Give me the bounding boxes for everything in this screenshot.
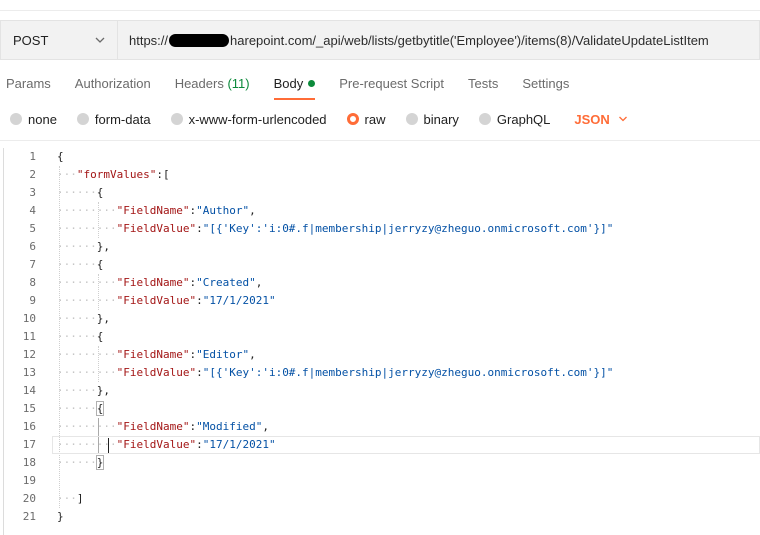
url-suffix: harepoint.com/_api/web/lists/getbytitle(… — [230, 32, 709, 48]
radio-icon — [10, 113, 22, 125]
tab-tests[interactable]: Tests — [468, 68, 498, 100]
code-line: 8 ·········"FieldName":"Created", — [29, 276, 263, 289]
code-line: 12 ·········"FieldName":"Editor", — [22, 348, 256, 361]
method-label: POST — [13, 32, 49, 48]
request-bar: POST https:// harepoint.com/_api/web/lis… — [0, 20, 760, 60]
code-line: 20 ···] — [22, 492, 84, 505]
radio-raw[interactable]: raw — [346, 112, 386, 127]
headers-count: (11) — [227, 76, 250, 91]
code-line: 19 — [22, 474, 36, 487]
code-line: 15 ······{ — [22, 401, 105, 416]
redacted-host — [169, 33, 230, 47]
tab-body[interactable]: Body — [273, 68, 316, 100]
editor-divider — [0, 140, 760, 141]
code-editor[interactable]: 1 { 2 ···"formValues":[ 3 ······{ 4 ····… — [0, 148, 760, 535]
method-select[interactable]: POST — [0, 20, 117, 60]
chevron-down-icon — [618, 116, 627, 122]
tab-authorization[interactable]: Authorization — [75, 68, 151, 100]
request-tabs: Params Authorization Headers (11) Body P… — [0, 68, 760, 100]
code-line: 5 ·········"FieldValue":"[{'Key':'i:0#.f… — [29, 222, 614, 235]
format-label: JSON — [574, 111, 610, 127]
radio-form-data[interactable]: form-data — [76, 112, 151, 127]
radio-x-www-form-urlencoded[interactable]: x-www-form-urlencoded — [170, 112, 327, 127]
code-line: 7 ······{ — [29, 258, 104, 271]
code-line: 6 ······}, — [29, 240, 110, 253]
code-line: 10 ······}, — [22, 312, 110, 325]
tab-pre-request-script[interactable]: Pre-request Script — [339, 68, 444, 100]
radio-icon — [405, 113, 418, 125]
url-prefix: https:// — [129, 32, 169, 48]
code-line: 1 { — [29, 150, 64, 163]
radio-icon — [76, 113, 89, 125]
text-cursor — [108, 438, 109, 453]
radio-icon — [478, 113, 491, 125]
body-type-options: none form-data x-www-form-urlencoded raw… — [0, 106, 760, 132]
chevron-down-icon — [95, 37, 105, 43]
code-line: 9 ·········"FieldValue":"17/1/2021" — [29, 294, 276, 307]
radio-binary[interactable]: binary — [405, 112, 459, 127]
format-select[interactable]: JSON — [574, 112, 627, 127]
code-line: 11 ······{ — [22, 330, 104, 343]
code-line: 4 ·········"FieldName":"Author", — [29, 204, 256, 217]
url-input[interactable]: https:// harepoint.com/_api/web/lists/ge… — [117, 20, 760, 60]
radio-none[interactable]: none — [10, 112, 57, 127]
radio-icon — [170, 113, 183, 125]
code-line: 17 ·········"FieldValue":"17/1/2021" — [22, 438, 276, 451]
code-line: 14 ······}, — [22, 384, 110, 397]
code-line: 21 } — [22, 510, 64, 523]
radio-selected-icon — [346, 113, 359, 125]
code-line: 3 ······{ — [29, 186, 104, 199]
tab-headers[interactable]: Headers (11) — [175, 68, 250, 100]
code-line: 13 ·········"FieldValue":"[{'Key':'i:0#.… — [22, 366, 614, 379]
code-line: 2 ···"formValues":[ — [29, 168, 170, 181]
code-line: 18 ······} — [22, 455, 105, 470]
tab-params[interactable]: Params — [6, 68, 51, 100]
top-divider — [0, 10, 760, 11]
tab-settings[interactable]: Settings — [522, 68, 569, 100]
code-line: 16 ·········"FieldName":"Modified", — [22, 420, 269, 433]
radio-graphql[interactable]: GraphQL — [478, 112, 550, 127]
body-modified-dot-icon — [308, 80, 316, 87]
